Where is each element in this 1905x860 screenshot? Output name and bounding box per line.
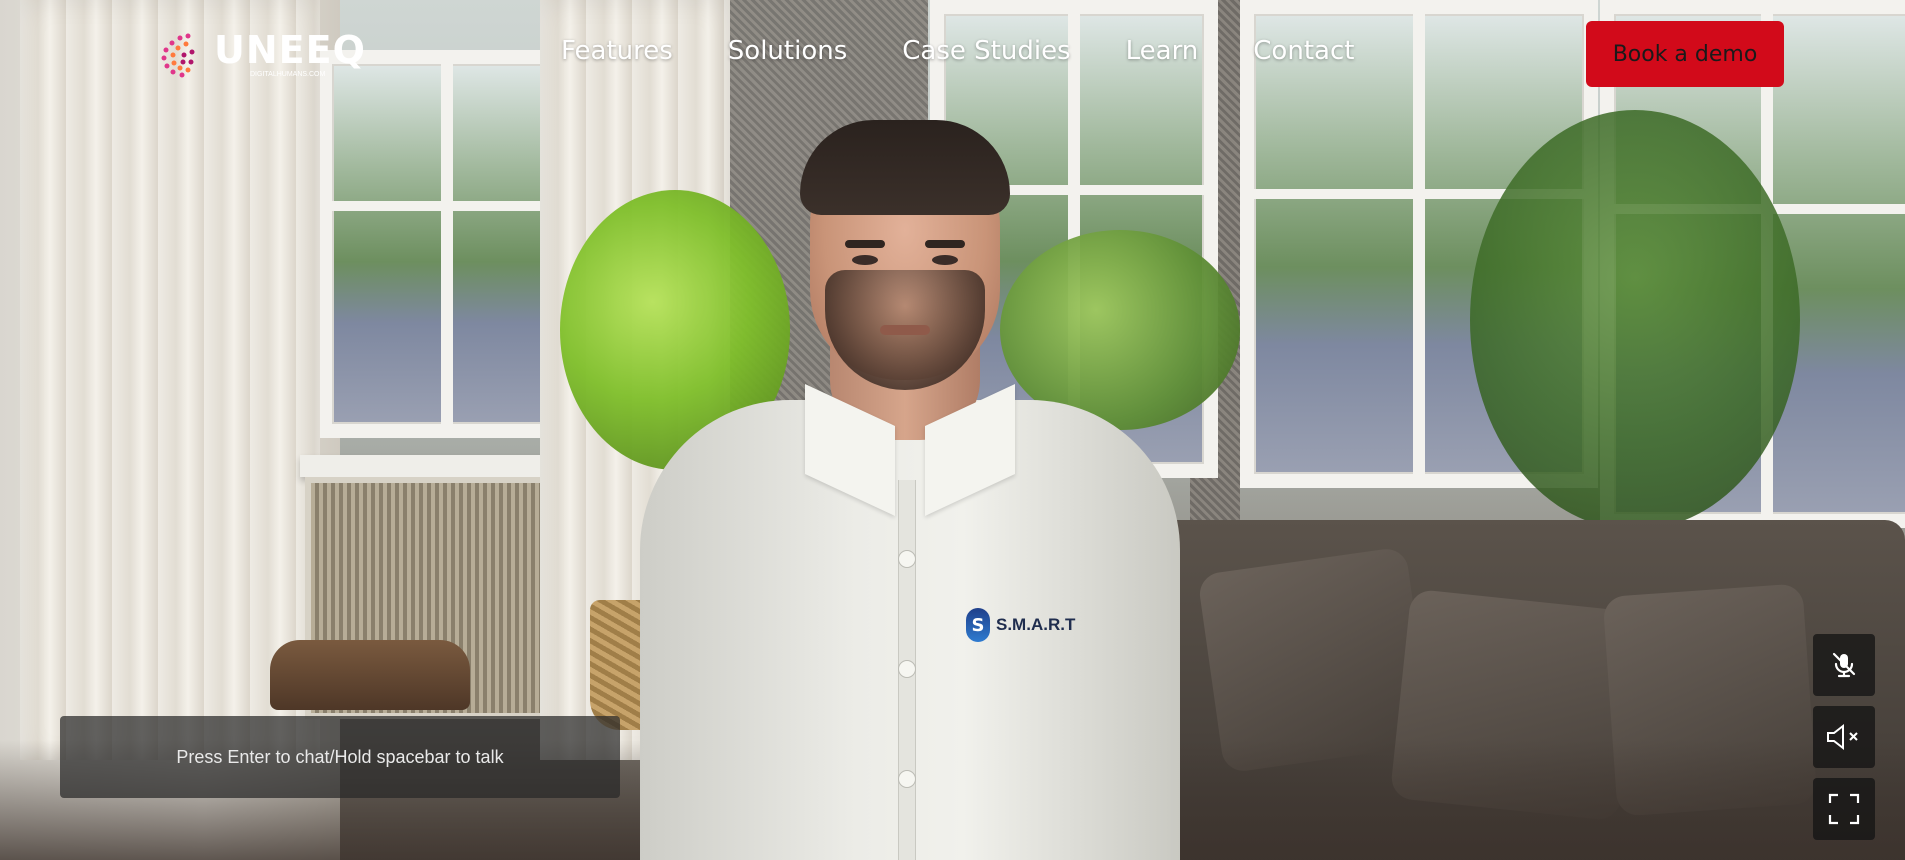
mute-speaker-button[interactable] <box>1813 706 1875 768</box>
main-nav: Features Solutions Case Studies Learn Co… <box>561 36 1354 66</box>
uneeq-logo-icon <box>158 30 208 78</box>
book-demo-button[interactable]: Book a demo <box>1586 21 1784 87</box>
shirt-logo-text: S.M.A.R.T <box>996 615 1076 634</box>
avatar-hair <box>800 120 1010 215</box>
shirt-button <box>898 550 916 568</box>
brand-name: UNEEQ <box>214 27 366 72</box>
digital-human-avatar <box>630 120 1190 860</box>
speaker-muted-icon <box>1827 723 1858 751</box>
chat-prompt-text: Press Enter to chat/Hold spacebar to tal… <box>176 746 504 767</box>
digital-human-stage: S S.M.A.R.T UNEEQ DIGITALHUMANS.COM Feat… <box>0 0 1905 860</box>
window-sill <box>300 455 570 477</box>
nav-features[interactable]: Features <box>561 36 673 66</box>
fullscreen-button[interactable] <box>1813 778 1875 840</box>
avatar-mouth <box>880 325 930 335</box>
wooden-stool <box>270 640 470 710</box>
mic-off-icon <box>1832 652 1856 678</box>
palm-plant <box>1470 110 1800 530</box>
avatar-brow <box>845 240 885 248</box>
avatar-eye <box>852 255 878 265</box>
curtain-left <box>20 0 320 760</box>
brand-tagline: DIGITALHUMANS.COM <box>250 70 326 78</box>
shirt-button <box>898 660 916 678</box>
brand-logo[interactable]: UNEEQ DIGITALHUMANS.COM <box>158 30 366 78</box>
chat-prompt-bar[interactable]: Press Enter to chat/Hold spacebar to tal… <box>60 716 620 798</box>
smart-logo-icon: S <box>966 608 990 642</box>
avatar-eye <box>932 255 958 265</box>
avatar-brow <box>925 240 965 248</box>
nav-contact[interactable]: Contact <box>1253 36 1354 66</box>
fullscreen-icon <box>1828 793 1860 825</box>
shirt-logo: S S.M.A.R.T <box>966 608 1075 642</box>
shirt-button <box>898 770 916 788</box>
nav-solutions[interactable]: Solutions <box>728 36 847 66</box>
nav-learn[interactable]: Learn <box>1126 36 1199 66</box>
window-left <box>318 50 576 438</box>
mute-microphone-button[interactable] <box>1813 634 1875 696</box>
nav-case-studies[interactable]: Case Studies <box>902 36 1070 66</box>
